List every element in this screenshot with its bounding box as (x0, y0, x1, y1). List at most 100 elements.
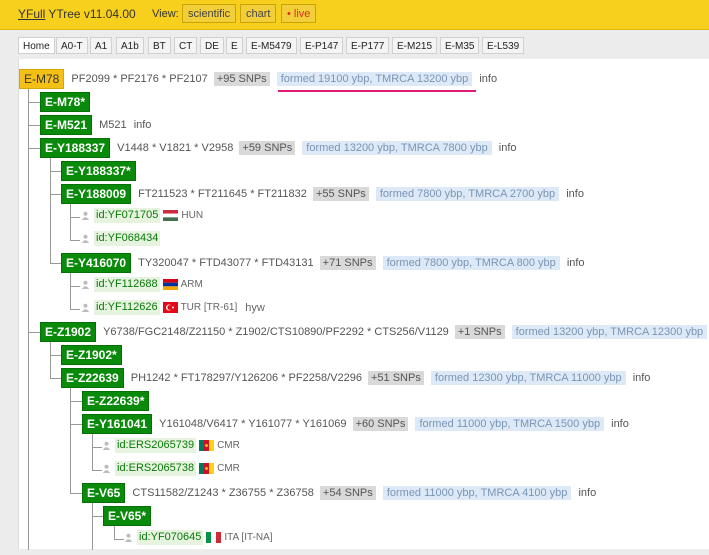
info-link[interactable]: info (134, 119, 152, 131)
node-e-m78[interactable]: E-M78 (19, 69, 65, 89)
formed-badge: formed 7800 ybp, TMRCA 2700 ybp (375, 187, 560, 201)
tab-a0-t[interactable]: A0-T (56, 37, 88, 54)
tree-connector (70, 217, 80, 218)
tree-connector (70, 309, 80, 310)
tree-connector (70, 272, 71, 310)
node-e-v65[interactable]: E-V65 (82, 483, 126, 503)
person-icon (124, 533, 133, 542)
node-e-y188337-star[interactable]: E-Y188337* (61, 161, 136, 181)
view-scientific-button[interactable]: scientific (182, 4, 237, 23)
top-bar: YFull YTree v11.04.00 View: scientific ch… (0, 0, 709, 30)
tree-connector (92, 516, 103, 517)
country-code: ITA [IT-NA] (224, 532, 273, 543)
tree-row-e-z1902-star: E-Z1902* (61, 345, 122, 365)
more-snps-badge[interactable]: +60 SNPs (352, 417, 409, 431)
tree-connector (28, 332, 40, 333)
node-e-m78-star[interactable]: E-M78* (40, 92, 91, 112)
node-e-y188337[interactable]: E-Y188337 (40, 138, 111, 158)
sample-row: id:YF112626 TUR [TR-61] hyw (81, 300, 265, 318)
country-code: CMR (217, 440, 240, 451)
formed-badge: formed 7800 ybp, TMRCA 800 ybp (382, 256, 560, 270)
tree-connector (70, 286, 80, 287)
more-snps-badge[interactable]: +51 SNPs (368, 371, 424, 385)
tab-e-l539[interactable]: E-L539 (482, 37, 525, 54)
view-chart-button[interactable]: chart (240, 4, 277, 23)
more-snps-badge[interactable]: +59 SNPs (239, 141, 296, 155)
tab-e-m35[interactable]: E-M35 (440, 37, 480, 54)
formed-badge: formed 11000 ybp, TMRCA 1500 ybp (415, 417, 605, 431)
node-e-v65-star[interactable]: E-V65* (103, 506, 152, 526)
info-link[interactable]: info (566, 188, 584, 200)
tree-connector (114, 539, 124, 540)
more-snps-badge[interactable]: +1 SNPs (454, 325, 505, 339)
country-code: ARM (180, 279, 203, 290)
node-e-z22639[interactable]: E-Z22639 (61, 368, 124, 388)
info-link[interactable]: info (499, 142, 517, 154)
node-e-y188009[interactable]: E-Y188009 (61, 184, 132, 204)
tree-connector (50, 263, 61, 264)
info-link[interactable]: info (479, 73, 497, 85)
tab-home[interactable]: Home (18, 37, 55, 54)
app-brand: YFull YTree v11.04.00 (18, 7, 136, 21)
node-snps: CTS11582/Z1243 * Z36755 * Z36758 (132, 487, 314, 499)
person-icon (81, 280, 90, 289)
tree-row-e-m521: E-M521 M521 info (40, 115, 151, 135)
node-e-y416070[interactable]: E-Y416070 (61, 253, 132, 273)
tab-e-p177[interactable]: E-P177 (346, 37, 390, 54)
tree-connector (50, 341, 51, 379)
sample-id[interactable]: id:YF068434 (94, 231, 161, 246)
sample-row: id:YF112688 ARM (81, 277, 203, 295)
more-snps-badge[interactable]: +95 SNPs (213, 72, 270, 86)
tab-e-m5479[interactable]: E-M5479 (246, 37, 297, 54)
node-e-z1902-star[interactable]: E-Z1902* (61, 345, 122, 365)
node-snps: Y6738/FGC2148/Z21150 * Z1902/CTS10890/PF… (103, 326, 449, 338)
view-live-button[interactable]: • live (281, 4, 317, 23)
tree-row-e-y188337: E-Y188337 V1448 * V1821 * V2958 +59 SNPs… (40, 138, 517, 158)
node-snps: V1448 * V1821 * V2958 (117, 142, 234, 154)
info-link[interactable]: info (611, 418, 629, 430)
person-icon (81, 211, 90, 220)
more-snps-badge[interactable]: +54 SNPs (319, 486, 376, 500)
sample-row: id:ERS2065739 CMR (102, 438, 240, 456)
sample-id[interactable]: id:YF112688 (94, 277, 160, 292)
tree-row-e-z1902: E-Z1902 Y6738/FGC2148/Z21150 * Z1902/CTS… (40, 322, 708, 342)
info-link[interactable]: info (578, 487, 596, 499)
tab-a1b[interactable]: A1b (116, 37, 144, 54)
sample-id[interactable]: id:YF112626 (94, 300, 160, 315)
tree-connector (92, 433, 93, 471)
formed-badge: formed 12300 ybp, TMRCA 11000 ybp (430, 371, 626, 385)
tree-row-e-m78: E-M78 PF2099 * PF2176 * PF2107 +95 SNPs … (19, 69, 497, 89)
sample-id[interactable]: id:YF071705 (94, 208, 161, 223)
tab-e-p147[interactable]: E-P147 (300, 37, 344, 54)
country-code: HUN (181, 210, 204, 221)
tab-bt[interactable]: BT (148, 37, 171, 54)
yfull-link[interactable]: YFull (18, 7, 45, 21)
tree-row-e-z22639-star: E-Z22639* (82, 391, 150, 411)
tab-ct[interactable]: CT (174, 37, 198, 54)
node-e-z22639-star[interactable]: E-Z22639* (82, 391, 150, 411)
tree-connector (92, 470, 102, 471)
sample-id[interactable]: id:YF070645 (137, 530, 204, 545)
sample-row: id:YF071705 HUN (81, 208, 203, 226)
person-icon (81, 303, 90, 312)
node-e-z1902[interactable]: E-Z1902 (40, 322, 97, 342)
tree-connector (114, 525, 115, 540)
more-snps-badge[interactable]: +55 SNPs (312, 187, 369, 201)
tab-de[interactable]: DE (200, 37, 224, 54)
tree-connector (70, 493, 82, 494)
info-link[interactable]: info (633, 372, 651, 384)
tab-e-m215[interactable]: E-M215 (392, 37, 438, 54)
node-snps: M521 (99, 119, 127, 131)
tree-connector (28, 148, 40, 149)
sample-id[interactable]: id:ERS2065739 (115, 438, 197, 453)
info-link[interactable]: info (567, 257, 585, 269)
node-e-y161041[interactable]: E-Y161041 (82, 414, 153, 434)
sample-id[interactable]: id:ERS2065738 (115, 461, 197, 476)
node-snps: TY320047 * FTD43077 * FTD43131 (138, 257, 314, 269)
tree-connector (50, 157, 51, 264)
more-snps-badge[interactable]: +71 SNPs (319, 256, 376, 270)
tree-connector (70, 424, 82, 425)
tab-e[interactable]: E (226, 37, 243, 54)
tab-a1[interactable]: A1 (90, 37, 113, 54)
node-e-m521[interactable]: E-M521 (40, 115, 93, 135)
